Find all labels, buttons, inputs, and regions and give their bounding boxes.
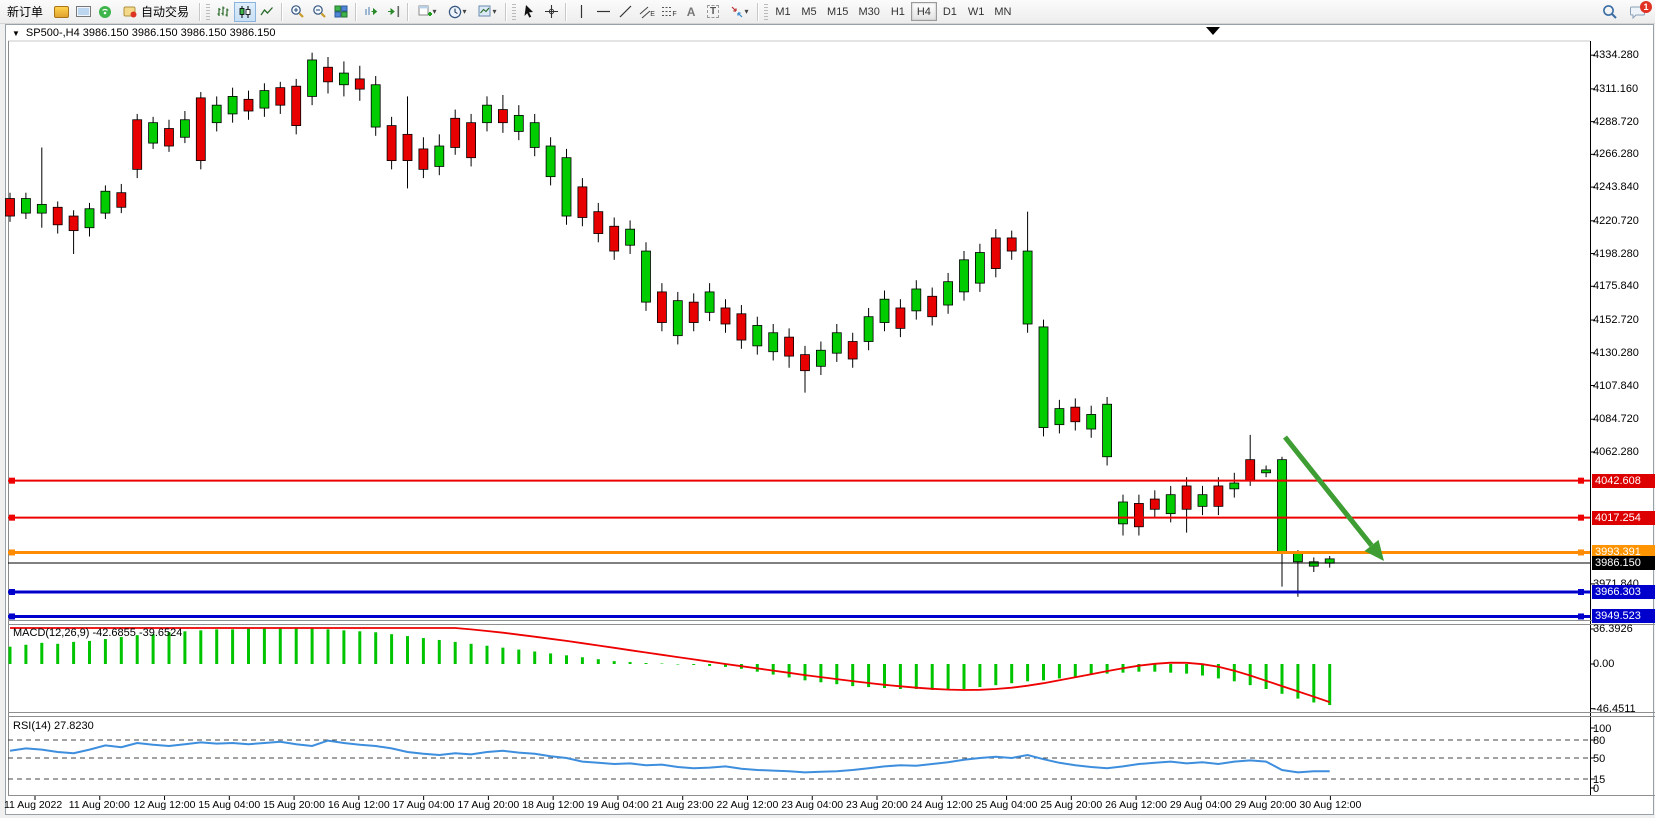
price-tick-label: 4175.840: [1593, 280, 1653, 292]
time-axis-label: 18 Aug 12:00: [522, 799, 584, 811]
price-tick-label: 4334.280: [1593, 49, 1653, 61]
time-axis-label: 12 Aug 12:00: [134, 799, 196, 811]
line-price-label: 3949.523: [1592, 609, 1655, 623]
price-tick-label: 4107.840: [1593, 380, 1653, 392]
horizontal-line-object[interactable]: [8, 478, 1590, 484]
price-tick-label: 4198.280: [1593, 248, 1653, 260]
macd-tick-label: -46.4511: [1593, 703, 1653, 715]
rsi-indicator: [8, 740, 1590, 779]
rsi-tick-label: 0: [1593, 783, 1653, 795]
line-price-label: 3966.303: [1592, 585, 1655, 599]
line-price-label: 4042.608: [1592, 474, 1655, 488]
rsi-tick-label: 80: [1593, 735, 1653, 747]
price-tick-label: 4266.280: [1593, 148, 1653, 160]
horizontal-line-object[interactable]: [8, 549, 1590, 555]
macd-label: MACD(12,26,9) -42.6855 -39.6524: [13, 627, 182, 639]
time-axis-label: 29 Aug 20:00: [1235, 799, 1297, 811]
chart-canvas[interactable]: [0, 0, 1655, 818]
time-axis-label: 19 Aug 04:00: [587, 799, 649, 811]
time-axis-label: 15 Aug 04:00: [198, 799, 260, 811]
rsi-label: RSI(14) 27.8230: [13, 720, 94, 732]
candles: [6, 53, 1335, 597]
time-axis-label: 17 Aug 04:00: [393, 799, 455, 811]
price-tick-label: 4130.280: [1593, 347, 1653, 359]
price-tick-label: 4152.720: [1593, 314, 1653, 326]
time-axis-label: 23 Aug 04:00: [781, 799, 843, 811]
horizontal-line-object[interactable]: [8, 613, 1590, 619]
macd-tick-label: 36.3926: [1593, 623, 1653, 635]
time-axis-label: 23 Aug 20:00: [846, 799, 908, 811]
chevron-down-icon[interactable]: ▼: [12, 29, 20, 38]
time-axis-label: 24 Aug 12:00: [911, 799, 973, 811]
rsi-tick-label: 50: [1593, 753, 1653, 765]
time-axis-label: 15 Aug 20:00: [263, 799, 325, 811]
price-tick-label: 4062.280: [1593, 446, 1653, 458]
price-tick-label: 4288.720: [1593, 116, 1653, 128]
time-axis-label: 22 Aug 12:00: [716, 799, 778, 811]
time-axis-label: 11 Aug 2022: [4, 799, 62, 811]
macd-tick-label: 0.00: [1593, 658, 1653, 670]
time-axis-label: 16 Aug 12:00: [328, 799, 390, 811]
rsi-tick-label: 100: [1593, 723, 1653, 735]
price-tick-label: 4311.160: [1593, 83, 1653, 95]
time-axis-label: 21 Aug 23:00: [652, 799, 714, 811]
horizontal-line-object[interactable]: [8, 589, 1590, 595]
chart-title-text: SP500-,H4 3986.150 3986.150 3986.150 398…: [26, 27, 276, 39]
time-axis-label: 11 Aug 20:00: [69, 799, 130, 811]
time-axis-label: 25 Aug 04:00: [976, 799, 1038, 811]
line-price-label: 4017.254: [1592, 511, 1655, 525]
price-tick-label: 4243.840: [1593, 181, 1653, 193]
time-axis-label: 25 Aug 20:00: [1040, 799, 1102, 811]
time-axis-label: 30 Aug 12:00: [1299, 799, 1361, 811]
time-axis-label: 29 Aug 04:00: [1170, 799, 1232, 811]
chart-shift-marker[interactable]: [1206, 27, 1220, 35]
down-arrow-object[interactable]: [1285, 437, 1384, 561]
price-tick-label: 4220.720: [1593, 215, 1653, 227]
time-axis-label: 26 Aug 12:00: [1105, 799, 1167, 811]
chart-title: ▼ SP500-,H4 3986.150 3986.150 3986.150 3…: [12, 27, 275, 39]
current-price-label: 3986.150: [1592, 556, 1655, 570]
time-axis-label: 17 Aug 20:00: [457, 799, 519, 811]
price-tick-label: 4084.720: [1593, 413, 1653, 425]
macd-indicator: [10, 628, 1330, 705]
application-window: 新订单 自动交易: [0, 0, 1655, 818]
